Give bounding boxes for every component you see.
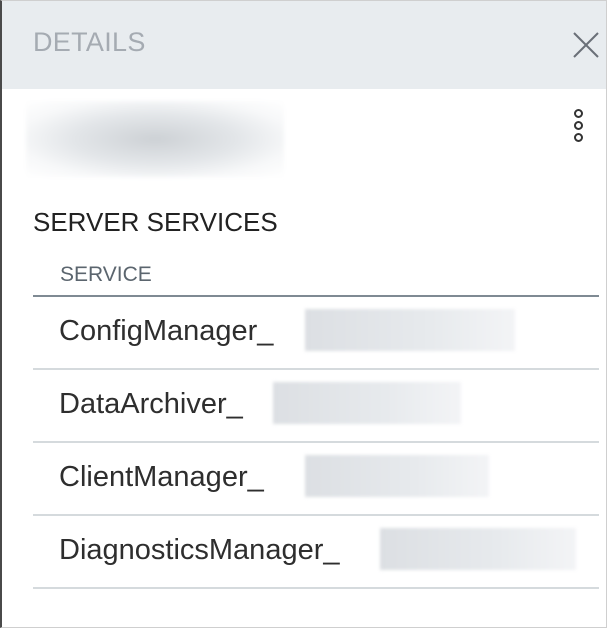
table-row-empty [33,589,599,627]
redacted-suffix [305,309,515,351]
service-name: ConfigManager_ [59,315,274,347]
column-header-label: SERVICE [60,263,152,286]
services-table: SERVICE ConfigManager_ DataArchiver_ Cli… [33,257,599,627]
redacted-suffix [380,528,576,570]
column-header-service[interactable]: SERVICE [33,257,599,297]
service-name: ClientManager_ [59,461,264,493]
service-name: DataArchiver_ [59,388,243,420]
section-title: SERVER SERVICES [33,207,278,237]
panel-title: DETAILS [33,27,146,57]
redacted-server-name [26,101,284,177]
more-vertical-icon[interactable] [570,109,586,147]
service-name: DiagnosticsManager_ [59,534,340,566]
panel-header: DETAILS [2,1,606,89]
table-row[interactable]: DiagnosticsManager_ [33,516,599,589]
table-row[interactable]: ClientManager_ [33,443,599,516]
table-row[interactable]: ConfigManager_ [33,297,599,370]
close-icon[interactable] [570,29,602,61]
table-row[interactable]: DataArchiver_ [33,370,599,443]
redacted-suffix [273,382,461,424]
details-panel: DETAILS SERVER SERVICES SERVICE ConfigMa… [0,0,607,628]
redacted-suffix [305,455,489,497]
